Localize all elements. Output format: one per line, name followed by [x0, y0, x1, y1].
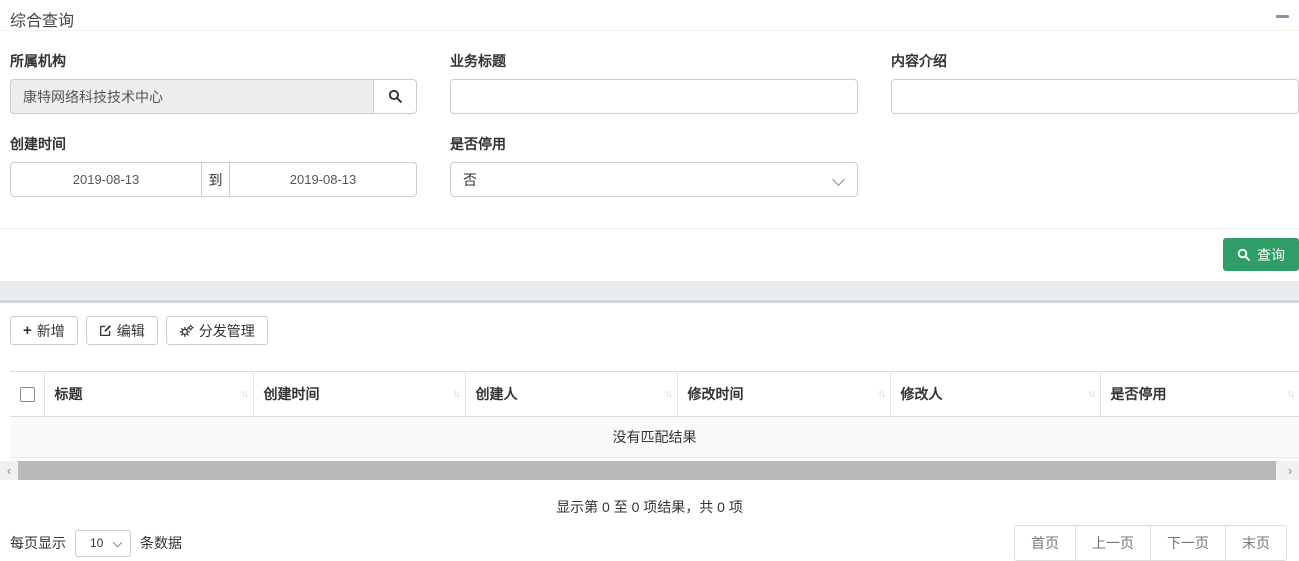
collapse-panel-button[interactable]	[1274, 11, 1290, 21]
per-page-prefix-label: 每页显示	[10, 535, 66, 551]
results-table: 标题 ↑↓ 创建时间 ↑↓ 创建人 ↑↓ 修改时间 ↑↓ 修改人 ↑↓ 是否停用…	[10, 371, 1299, 458]
biz-title-input[interactable]	[450, 79, 858, 114]
per-page-control: 每页显示 10 条数据	[10, 529, 182, 557]
sort-icon: ↑↓	[1087, 388, 1096, 400]
query-button[interactable]: 查询	[1223, 238, 1299, 271]
panel-header: 综合查询	[0, 0, 1299, 31]
biz-title-label: 业务标题	[450, 53, 506, 69]
scrollbar-track[interactable]	[18, 461, 1281, 480]
pagination-controls: 首页 上一页 下一页 末页	[1014, 525, 1287, 561]
query-button-row: 查询	[0, 228, 1299, 281]
cogs-icon	[179, 324, 194, 338]
dispatch-manage-button[interactable]: 分发管理	[165, 316, 268, 345]
table-footer: 每页显示 10 条数据 首页 上一页 下一页 末页	[0, 525, 1299, 561]
empty-results-message: 没有匹配结果	[10, 416, 1299, 458]
content-intro-label: 内容介绍	[891, 53, 947, 69]
biz-title-field-group: 业务标题	[450, 45, 858, 114]
org-input[interactable]	[10, 79, 373, 114]
create-time-field-group: 创建时间 到	[10, 128, 417, 197]
create-time-from-input[interactable]	[10, 162, 201, 197]
horizontal-scrollbar: ‹ ›	[0, 461, 1299, 480]
column-header-modifier[interactable]: 修改人 ↑↓	[889, 371, 1100, 417]
edit-button-label: 编辑	[116, 322, 145, 339]
next-page-button[interactable]: 下一页	[1150, 526, 1225, 560]
column-header-disabled-status[interactable]: 是否停用 ↑↓	[1099, 371, 1299, 417]
results-summary: 显示第 0 至 0 项结果，共 0 项	[556, 499, 743, 515]
content-intro-input[interactable]	[891, 79, 1299, 114]
query-button-label: 查询	[1257, 246, 1285, 263]
column-header-create-time[interactable]: 创建时间 ↑↓	[252, 371, 465, 417]
last-page-button[interactable]: 末页	[1225, 526, 1286, 560]
comprehensive-query-page: 综合查询 所属机构 业务标题	[0, 0, 1299, 561]
section-divider	[0, 281, 1299, 303]
create-time-to-input[interactable]	[230, 162, 417, 197]
create-time-label: 创建时间	[10, 136, 66, 152]
org-search-button[interactable]	[373, 79, 417, 114]
add-button[interactable]: + 新增	[10, 316, 78, 345]
prev-page-button[interactable]: 上一页	[1075, 526, 1150, 560]
plus-icon: +	[23, 322, 32, 339]
per-page-suffix-label: 条数据	[140, 535, 182, 551]
org-label: 所属机构	[10, 53, 66, 69]
per-page-value: 10	[90, 536, 104, 550]
date-range-separator: 到	[201, 162, 230, 197]
content-intro-field-group: 内容介绍	[891, 45, 1299, 114]
scroll-right-button[interactable]: ›	[1281, 461, 1299, 480]
first-page-button[interactable]: 首页	[1015, 526, 1075, 560]
disabled-field-group: 是否停用 否	[450, 128, 858, 197]
sort-icon: ↑↓	[664, 388, 673, 400]
column-header-creator[interactable]: 创建人 ↑↓	[464, 371, 677, 417]
select-all-header-cell	[10, 371, 44, 417]
sort-icon: ↑↓	[877, 388, 886, 400]
org-field-group: 所属机构	[10, 45, 417, 114]
scroll-left-button[interactable]: ‹	[0, 461, 18, 480]
add-button-label: 新增	[36, 322, 65, 339]
edit-button[interactable]: 编辑	[85, 316, 158, 345]
dispatch-manage-button-label: 分发管理	[198, 322, 255, 339]
sort-icon: ↑↓	[240, 388, 249, 400]
disabled-select[interactable]: 否	[450, 162, 858, 197]
edit-icon	[99, 324, 112, 337]
chevron-down-icon	[832, 173, 845, 186]
disabled-select-value: 否	[463, 171, 477, 188]
table-header-row: 标题 ↑↓ 创建时间 ↑↓ 创建人 ↑↓ 修改时间 ↑↓ 修改人 ↑↓ 是否停用…	[10, 371, 1299, 417]
search-icon	[388, 89, 403, 104]
column-header-title[interactable]: 标题 ↑↓	[43, 371, 253, 417]
empty-row: 没有匹配结果	[10, 416, 1299, 458]
table-toolbar: + 新增 编辑 分发管理	[0, 303, 1299, 345]
chevron-down-icon	[112, 537, 123, 547]
select-all-checkbox[interactable]	[20, 387, 35, 403]
sort-icon: ↑↓	[1287, 388, 1295, 400]
sort-icon: ↑↓	[452, 388, 461, 400]
column-header-modify-time[interactable]: 修改时间 ↑↓	[676, 371, 890, 417]
disabled-label: 是否停用	[450, 136, 506, 152]
per-page-select[interactable]: 10	[75, 529, 131, 557]
search-icon	[1237, 248, 1251, 262]
scrollbar-thumb[interactable]	[18, 461, 1276, 480]
page-title: 综合查询	[10, 13, 75, 30]
minus-icon	[1275, 14, 1289, 18]
search-form: 所属机构 业务标题 内容介绍 创建时间	[0, 31, 1299, 197]
